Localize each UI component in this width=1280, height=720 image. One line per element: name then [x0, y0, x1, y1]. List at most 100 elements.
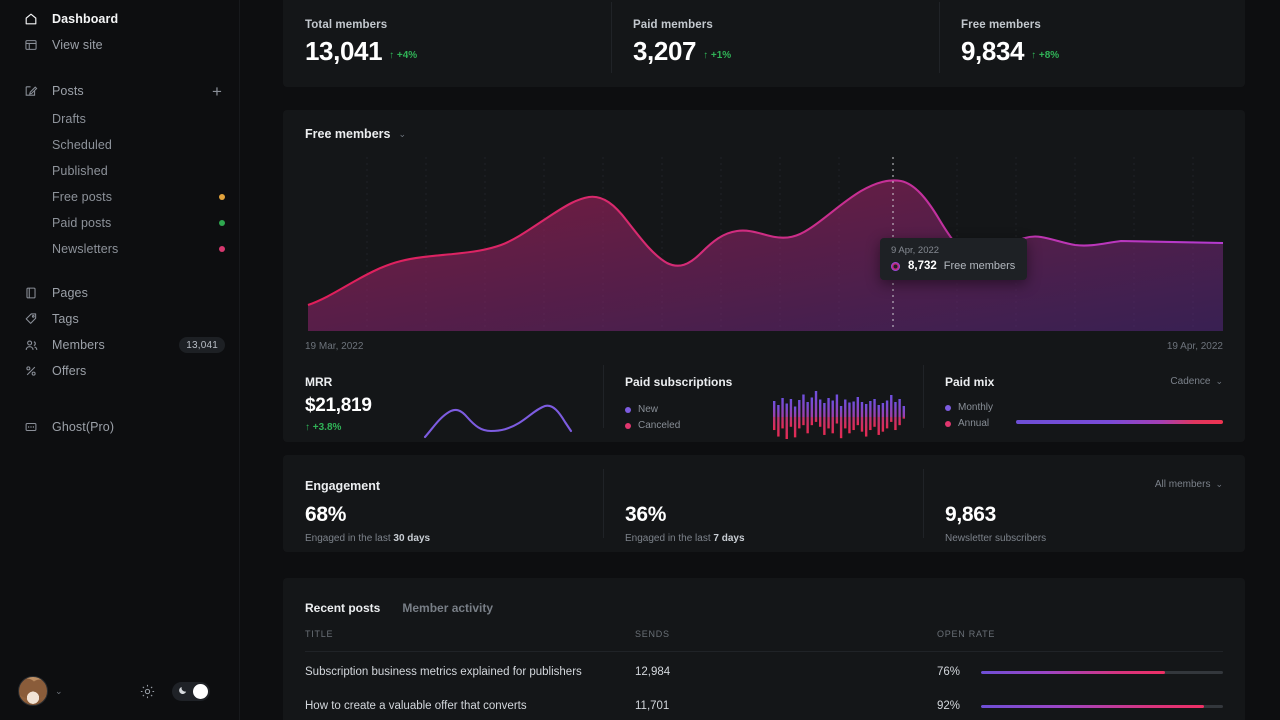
- recent-table: TITLE SENDS OPEN RATE Subscription busin…: [305, 629, 1223, 720]
- sidebar-item-label: Tags: [52, 312, 79, 326]
- engagement-metric-7-days: 36% Engaged in the last 7 days: [625, 503, 745, 544]
- sidebar-item-scheduled[interactable]: Scheduled: [0, 132, 239, 158]
- table-row[interactable]: How to create a valuable offer that conv…: [305, 689, 1223, 720]
- table-divider: [305, 651, 1223, 652]
- row-title: How to create a valuable offer that conv…: [305, 700, 635, 712]
- metric-caption: Newsletter subscribers: [945, 533, 1046, 544]
- engagement-card: Engagement All members ⌄ 68% Engaged in …: [283, 455, 1245, 552]
- metric-caption: Engaged in the last 30 days: [305, 533, 430, 544]
- members-chart-header[interactable]: Free members ⌄: [305, 127, 406, 141]
- metric-value: 68%: [305, 503, 430, 527]
- stats-card: Total members 13,041 ↑ +4% Paid members …: [283, 0, 1245, 87]
- legend-item-new: New: [625, 404, 732, 415]
- avatar[interactable]: [18, 676, 48, 706]
- mrr-sparkline: [423, 398, 573, 448]
- chart-date-start: 19 Mar, 2022: [305, 341, 363, 352]
- column-header-open-rate: OPEN RATE: [937, 629, 1223, 639]
- chevron-down-icon[interactable]: ⌄: [398, 129, 406, 140]
- sidebar-item-label: Pages: [52, 286, 88, 300]
- stat-paid-members[interactable]: Paid members 3,207 ↑ +1%: [633, 19, 731, 65]
- metric-caption-prefix: Engaged in the last: [305, 533, 393, 544]
- sidebar-item-pages[interactable]: Pages: [0, 280, 239, 306]
- tab-member-activity[interactable]: Member activity: [402, 601, 493, 615]
- sidebar-item-tags[interactable]: Tags: [0, 306, 239, 332]
- sidebar-footer: ⌄: [0, 676, 240, 706]
- row-title: Subscription business metrics explained …: [305, 666, 635, 678]
- sidebar-item-paid-posts[interactable]: Paid posts: [0, 210, 239, 236]
- stat-value: 13,041: [305, 38, 382, 65]
- divider: [939, 2, 940, 73]
- paid-subscriptions-panel[interactable]: Paid subscriptions New Canceled: [625, 375, 732, 436]
- mrr-value: $21,819: [305, 395, 372, 417]
- members-chart-title: Free members: [305, 127, 390, 141]
- divider: [603, 365, 604, 428]
- tab-recent-posts[interactable]: Recent posts: [305, 601, 380, 615]
- sidebar-item-drafts[interactable]: Drafts: [0, 106, 239, 132]
- cadence-dropdown[interactable]: Cadence ⌄: [1170, 376, 1223, 387]
- home-icon: [22, 10, 40, 28]
- paid-subscriptions-title: Paid subscriptions: [625, 375, 732, 389]
- legend-item-annual: Annual: [945, 418, 994, 429]
- tooltip-label: Free members: [944, 260, 1016, 272]
- engagement-filter-dropdown[interactable]: All members ⌄: [1155, 479, 1223, 490]
- stat-free-members[interactable]: Free members 9,834 ↑ +8%: [961, 19, 1059, 65]
- gear-icon[interactable]: [139, 683, 156, 700]
- paid-posts-status-dot: [219, 220, 225, 226]
- sidebar-item-posts[interactable]: Posts +: [0, 76, 239, 106]
- theme-toggle-knob: [193, 684, 208, 699]
- sidebar-item-ghost-pro[interactable]: Ghost(Pro): [0, 414, 239, 440]
- metric-caption: Engaged in the last 7 days: [625, 533, 745, 544]
- chevron-down-icon[interactable]: ⌄: [55, 686, 63, 697]
- members-icon: [22, 336, 40, 354]
- paid-mix-panel[interactable]: Paid mix Monthly Annual: [945, 375, 994, 434]
- main-content: Total members 13,041 ↑ +4% Paid members …: [240, 0, 1280, 720]
- open-rate-bar: [981, 671, 1223, 674]
- sidebar-item-free-posts[interactable]: Free posts: [0, 184, 239, 210]
- pencil-icon: [22, 82, 40, 100]
- sidebar-item-offers[interactable]: Offers: [0, 358, 239, 384]
- cadence-label: Cadence: [1170, 376, 1210, 387]
- divider: [611, 2, 612, 73]
- row-sends: 11,701: [635, 700, 937, 712]
- row-sends: 12,984: [635, 666, 937, 678]
- stat-value: 3,207: [633, 38, 696, 65]
- sidebar-item-label: Paid posts: [52, 216, 111, 230]
- paid-subscriptions-barchart: [773, 387, 905, 447]
- legend-dot-canceled: [625, 423, 631, 429]
- sidebar-item-label: Offers: [52, 364, 86, 378]
- sidebar-spacer: [0, 384, 239, 402]
- sidebar-item-label: Members: [52, 338, 105, 352]
- sidebar-item-newsletters[interactable]: Newsletters: [0, 236, 239, 262]
- moon-icon: [178, 685, 188, 698]
- metric-value: 9,863: [945, 503, 1046, 527]
- paid-mix-bar-fill: [1016, 420, 1223, 424]
- legend-item-canceled: Canceled: [625, 420, 732, 431]
- new-post-button[interactable]: +: [209, 83, 225, 100]
- sidebar-item-label: Posts: [52, 84, 84, 98]
- mrr-panel[interactable]: MRR $21,819 ↑ +3.8%: [305, 375, 372, 433]
- engagement-title: Engagement: [305, 479, 380, 493]
- paid-mix-title: Paid mix: [945, 375, 994, 389]
- stat-total-members[interactable]: Total members 13,041 ↑ +4%: [305, 19, 417, 65]
- legend-dot-annual: [945, 421, 951, 427]
- divider: [923, 365, 924, 428]
- mrr-title: MRR: [305, 375, 372, 389]
- legend-dot-new: [625, 407, 631, 413]
- members-area-chart[interactable]: [305, 157, 1223, 331]
- ghost-pro-icon: [22, 418, 40, 436]
- sidebar-item-dashboard[interactable]: Dashboard: [0, 6, 239, 32]
- open-rate-bar: [981, 705, 1223, 708]
- chevron-down-icon: ⌄: [1215, 479, 1223, 490]
- sidebar-item-view-site[interactable]: View site: [0, 32, 239, 58]
- sidebar-spacer: [0, 262, 239, 280]
- metric-caption-prefix: Engaged in the last: [625, 533, 713, 544]
- column-header-title: TITLE: [305, 629, 635, 639]
- sidebar-item-published[interactable]: Published: [0, 158, 239, 184]
- recent-posts-card: Recent posts Member activity TITLE SENDS…: [283, 578, 1245, 720]
- percent-icon: [22, 362, 40, 380]
- sidebar-item-members[interactable]: Members 13,041: [0, 332, 239, 358]
- free-posts-status-dot: [219, 194, 225, 200]
- theme-toggle[interactable]: [172, 682, 210, 701]
- stat-label: Total members: [305, 19, 417, 31]
- table-row[interactable]: Subscription business metrics explained …: [305, 655, 1223, 689]
